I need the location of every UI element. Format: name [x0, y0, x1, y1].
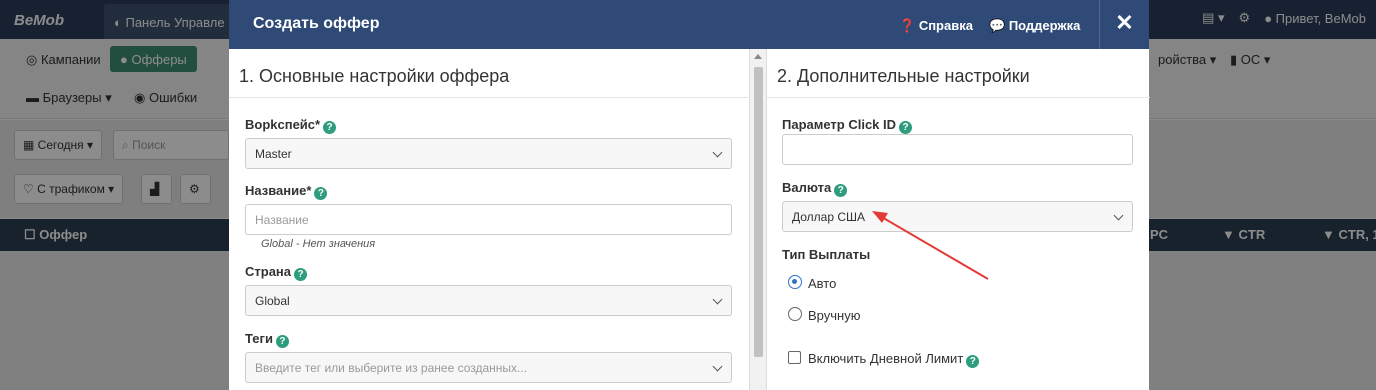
annotation-arrowhead [872, 211, 888, 223]
annotation-arrow [872, 211, 989, 280]
annotation-arrow-line [879, 215, 989, 280]
